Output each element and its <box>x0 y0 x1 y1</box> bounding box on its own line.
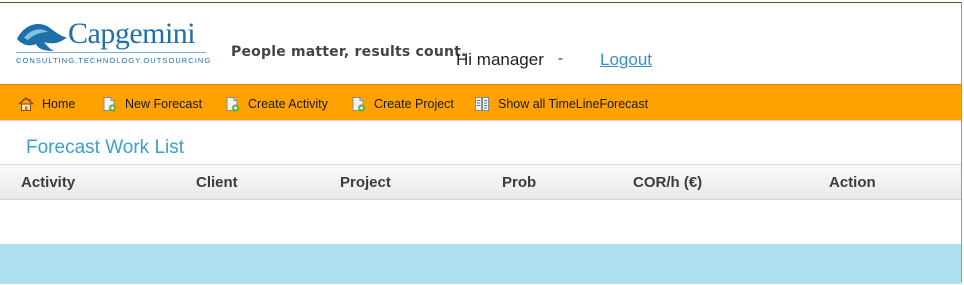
new-document-icon <box>226 96 239 111</box>
user-greeting: Hi manager <box>456 50 544 69</box>
column-header-activity[interactable]: Activity <box>21 174 75 191</box>
table-header: Activity Client Project Prob COR/h (€) A… <box>0 165 961 200</box>
column-header-cor-per-hour[interactable]: COR/h (€) <box>633 174 702 191</box>
home-icon <box>18 96 34 111</box>
brand-tagline-small: CONSULTING.TECHNOLOGY.OUTSOURCING <box>16 56 212 65</box>
nav-label: New Forecast <box>125 96 203 111</box>
brand-name: Capgemini <box>68 17 196 50</box>
column-header-prob[interactable]: Prob <box>502 174 536 191</box>
column-header-project[interactable]: Project <box>340 174 391 191</box>
nav-item-create-activity[interactable]: Create Activity <box>224 85 328 122</box>
nav-label: Home <box>42 96 76 111</box>
page-title: Forecast Work List <box>26 137 185 158</box>
logout-link[interactable]: Logout <box>600 50 652 70</box>
app-frame: Capgemini CONSULTING.TECHNOLOGY.OUTSOURC… <box>0 2 962 284</box>
column-header-action[interactable]: Action <box>829 174 876 191</box>
list-document-icon <box>475 96 489 111</box>
header: Capgemini CONSULTING.TECHNOLOGY.OUTSOURC… <box>0 3 961 83</box>
logo-divider <box>16 52 206 53</box>
nav-label: Show all TimeLineForecast <box>498 96 649 111</box>
column-header-client[interactable]: Client <box>196 174 238 191</box>
table-body <box>0 200 961 244</box>
capgemini-logo[interactable]: Capgemini CONSULTING.TECHNOLOGY.OUTSOURC… <box>14 15 212 70</box>
footer-bar <box>0 244 961 284</box>
spade-logo-icon <box>17 23 67 51</box>
brand-slogan: People matter, results count. <box>231 44 467 60</box>
nav-label: Create Activity <box>248 96 328 111</box>
main-nav: Home New Forecast Create Activity Create… <box>0 84 961 121</box>
nav-item-create-project[interactable]: Create Project <box>350 85 454 122</box>
nav-label: Create Project <box>374 96 454 111</box>
nav-item-new-forecast[interactable]: New Forecast <box>101 85 202 122</box>
nav-item-show-timeline-forecast[interactable]: Show all TimeLineForecast <box>474 85 648 122</box>
nav-item-home[interactable]: Home <box>18 85 75 122</box>
new-document-icon <box>103 96 116 111</box>
new-document-icon <box>352 96 365 111</box>
greeting-separator: - <box>558 50 563 67</box>
